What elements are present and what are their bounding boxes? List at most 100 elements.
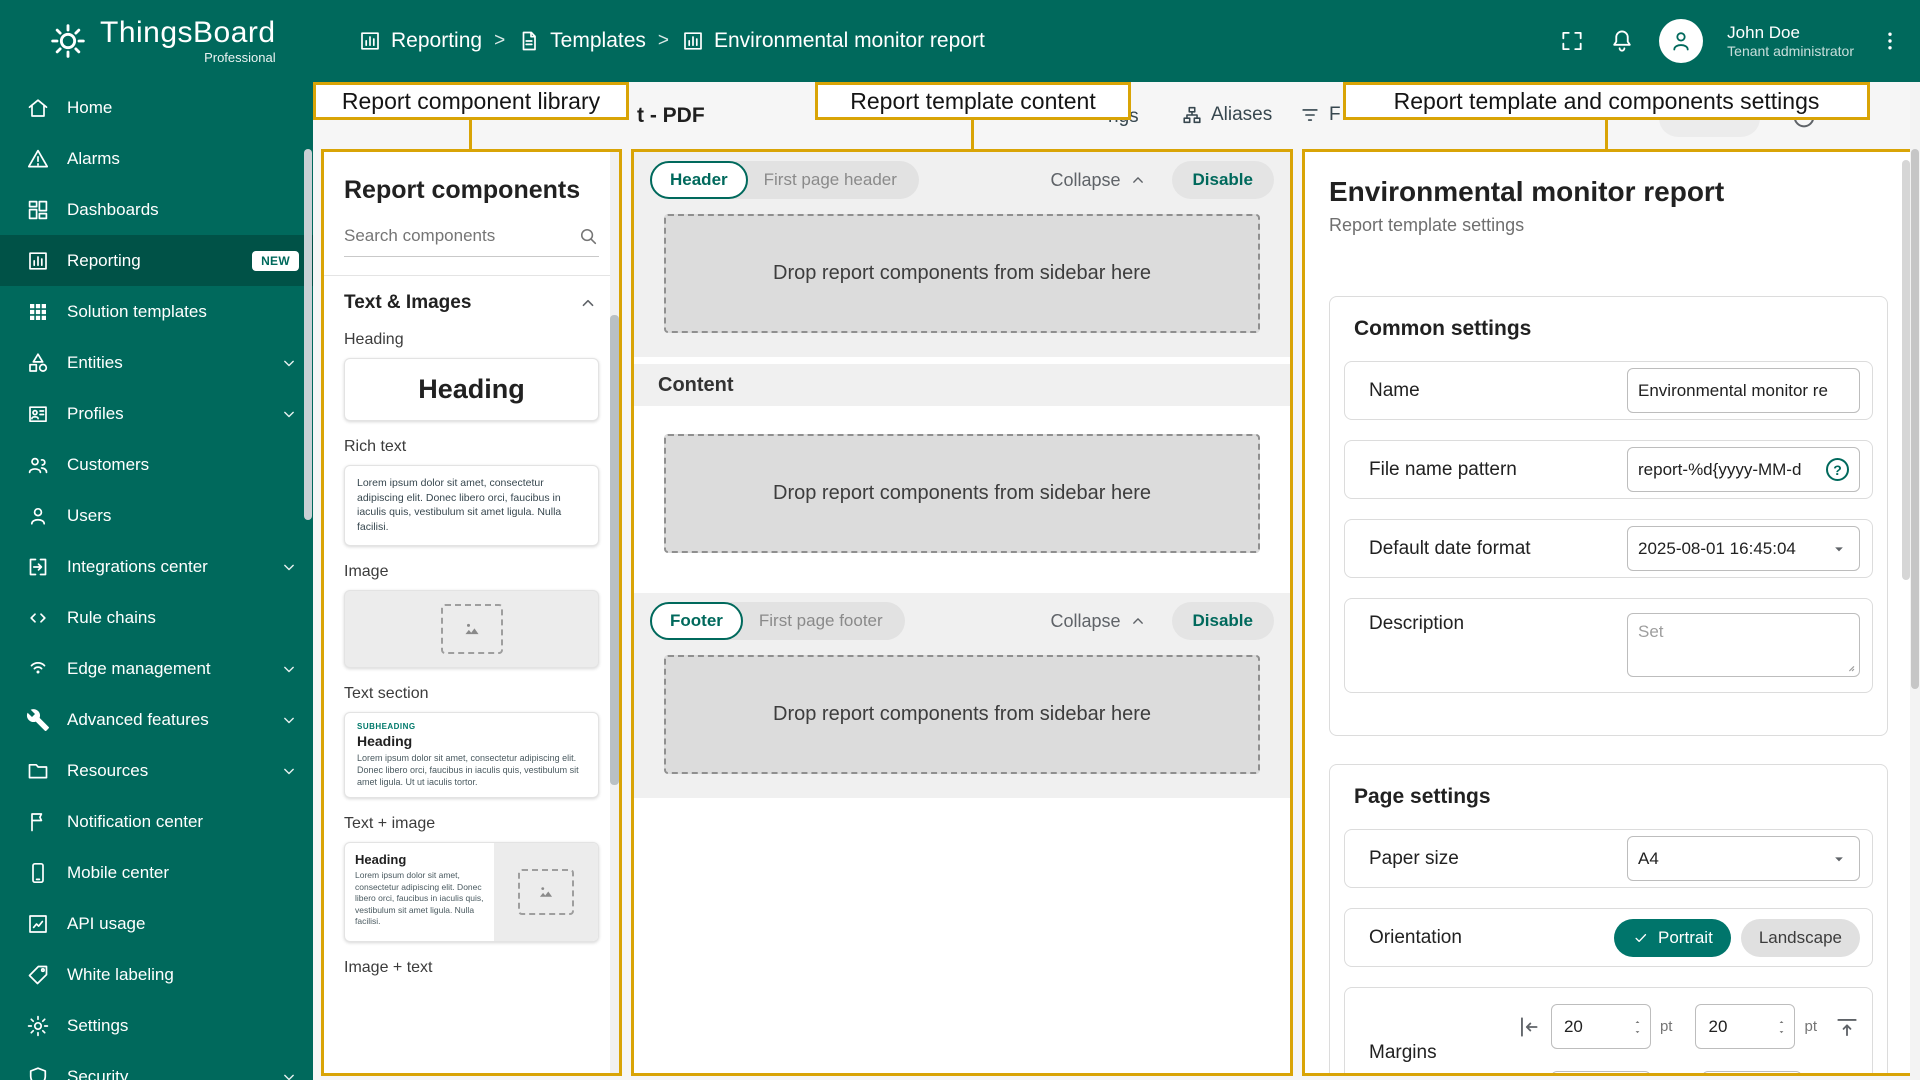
landscape-button[interactable]: Landscape <box>1740 918 1860 957</box>
user-block: John Doe Tenant administrator <box>1727 22 1854 61</box>
home-icon <box>26 96 50 120</box>
notifications-bell-icon[interactable] <box>1609 28 1635 54</box>
customers-icon <box>26 453 50 477</box>
sidebar-item-customers[interactable]: Customers <box>0 439 313 490</box>
header-chip[interactable]: Header <box>650 161 748 199</box>
chevron-down-icon <box>279 353 299 373</box>
margin-value-input-1[interactable] <box>1563 1016 1608 1037</box>
sidebar-item-api-usage[interactable]: API usage <box>0 898 313 949</box>
file-name-pattern-input[interactable] <box>1638 459 1822 480</box>
footer-chip[interactable]: Footer <box>650 602 743 640</box>
first-page-footer-chip[interactable]: First page footer <box>743 611 899 631</box>
advanced-features-icon <box>26 708 50 732</box>
settings-scrollbar-thumb[interactable] <box>1902 160 1910 580</box>
default-date-format-row: Default date format 2025-08-01 16:45:04 <box>1344 519 1873 578</box>
component-text-section[interactable]: SUBHEADING Heading Lorem ipsum dolor sit… <box>344 711 599 799</box>
header-dropzone[interactable]: Drop report components from sidebar here <box>664 214 1260 333</box>
thingsboard-logo[interactable]: ThingsBoard Professional <box>48 18 276 64</box>
fullscreen-icon[interactable] <box>1559 28 1585 54</box>
breadcrumb-current[interactable]: Environmental monitor report <box>681 29 985 53</box>
component-image[interactable] <box>344 589 599 668</box>
reporting-icon <box>358 29 382 53</box>
content-dropzone[interactable]: Drop report components from sidebar here <box>664 434 1260 553</box>
panel-title: Report components <box>344 176 581 204</box>
orientation-label: Orientation <box>1369 926 1462 948</box>
sidebar-item-resources[interactable]: Resources <box>0 745 313 796</box>
report-icon <box>681 29 705 53</box>
portrait-label: Portrait <box>1658 927 1713 947</box>
search-icon[interactable] <box>577 225 599 247</box>
footer-dropzone[interactable]: Drop report components from sidebar here <box>664 655 1260 774</box>
section-text-and-images[interactable]: Text & Images <box>344 292 599 314</box>
edge-icon <box>26 657 50 681</box>
page-settings-heading: Page settings <box>1354 785 1491 808</box>
sidebar-item-rule-chains[interactable]: Rule chains <box>0 592 313 643</box>
collapse-header-button[interactable]: Collapse <box>1050 170 1147 191</box>
sidebar-item-notification-center[interactable]: Notification center <box>0 796 313 847</box>
spinner-down-icon[interactable] <box>1775 1027 1788 1037</box>
paper-size-select[interactable]: A4 <box>1627 836 1860 881</box>
collapse-footer-button[interactable]: Collapse <box>1050 611 1147 632</box>
sidebar-item-mobile-center[interactable]: Mobile center <box>0 847 313 898</box>
sidebar-item-integrations-center[interactable]: Integrations center <box>0 541 313 592</box>
breadcrumb-reporting[interactable]: Reporting <box>358 29 482 53</box>
first-page-header-chip[interactable]: First page header <box>748 170 913 190</box>
unit-pt: pt <box>1804 1018 1817 1035</box>
sidebar-item-advanced-features[interactable]: Advanced features <box>0 694 313 745</box>
number-spinner[interactable] <box>1775 1017 1788 1037</box>
sidebar-item-reporting[interactable]: Reporting NEW <box>0 235 313 286</box>
sidebar-item-entities[interactable]: Entities <box>0 337 313 388</box>
search-input[interactable] <box>344 226 577 246</box>
avatar[interactable] <box>1659 19 1704 63</box>
date-format-select[interactable]: 2025-08-01 16:45:04 <box>1627 526 1860 571</box>
name-input[interactable] <box>1638 380 1849 401</box>
toolbar-aliases-button[interactable]: Aliases <box>1181 104 1272 126</box>
sidebar-item-label: Mobile center <box>67 862 170 882</box>
breadcrumb-templates[interactable]: Templates <box>517 29 646 53</box>
breadcrumb-separator: > <box>494 30 506 51</box>
sidebar-item-profiles[interactable]: Profiles <box>0 388 313 439</box>
sidebar-scrollbar[interactable] <box>304 149 312 520</box>
sidebar-item-dashboards[interactable]: Dashboards <box>0 184 313 235</box>
component-rich-text[interactable]: Lorem ipsum dolor sit amet, consectetur … <box>344 465 599 546</box>
portrait-button[interactable]: Portrait <box>1614 918 1731 957</box>
margin-input-box-1 <box>1550 1004 1651 1049</box>
aliases-icon <box>1181 104 1203 126</box>
help-icon[interactable]: ? <box>1826 458 1849 481</box>
sidebar-item-settings[interactable]: Settings <box>0 1000 313 1051</box>
entities-icon <box>26 351 50 375</box>
window-scrollbar-thumb[interactable] <box>1911 149 1919 689</box>
number-spinner[interactable] <box>1631 1017 1644 1037</box>
kebab-menu-icon[interactable] <box>1878 29 1902 53</box>
sidebar-item-home[interactable]: Home <box>0 82 313 133</box>
component-label-heading: Heading <box>344 331 404 348</box>
report-template-content-panel: Header First page header Collapse Disabl… <box>631 149 1293 1076</box>
component-text-image[interactable]: Heading Lorem ipsum dolor sit amet, cons… <box>344 842 599 943</box>
sidebar-item-edge-management[interactable]: Edge management <box>0 643 313 694</box>
disable-header-button[interactable]: Disable <box>1171 161 1274 199</box>
paper-size-row: Paper size A4 <box>1344 829 1873 888</box>
sidebar-item-users[interactable]: Users <box>0 490 313 541</box>
sidebar-item-solution-templates[interactable]: Solution templates <box>0 286 313 337</box>
spinner-down-icon[interactable] <box>1631 1027 1644 1037</box>
sidebar-item-security[interactable]: Security <box>0 1051 313 1080</box>
disable-footer-button[interactable]: Disable <box>1171 602 1274 640</box>
sidebar-item-white-labeling[interactable]: White labeling <box>0 949 313 1000</box>
spinner-up-icon[interactable] <box>1631 1017 1644 1027</box>
top-bar: ThingsBoard Professional Reporting > Tem… <box>0 0 1920 82</box>
sidebar-item-alarms[interactable]: Alarms <box>0 133 313 184</box>
page-settings-card: Page settings Paper size A4 Orientation <box>1329 764 1888 1073</box>
chevron-down-icon <box>1829 849 1849 869</box>
toolbar-filters-button[interactable]: F <box>1299 104 1341 126</box>
library-scrollbar-thumb[interactable] <box>610 315 619 785</box>
margin-value-input-2[interactable] <box>1708 1016 1753 1037</box>
name-input-box <box>1627 368 1860 413</box>
check-icon <box>1632 929 1650 947</box>
spinner-up-icon[interactable] <box>1775 1017 1788 1027</box>
component-heading[interactable]: Heading <box>344 358 599 421</box>
gear-icon <box>26 1014 50 1038</box>
sidebar-item-label: Reporting <box>67 250 141 270</box>
description-textarea[interactable]: Set <box>1627 613 1860 677</box>
header-section: Header First page header Collapse Disabl… <box>634 152 1290 357</box>
resize-handle-icon[interactable] <box>1841 658 1857 674</box>
